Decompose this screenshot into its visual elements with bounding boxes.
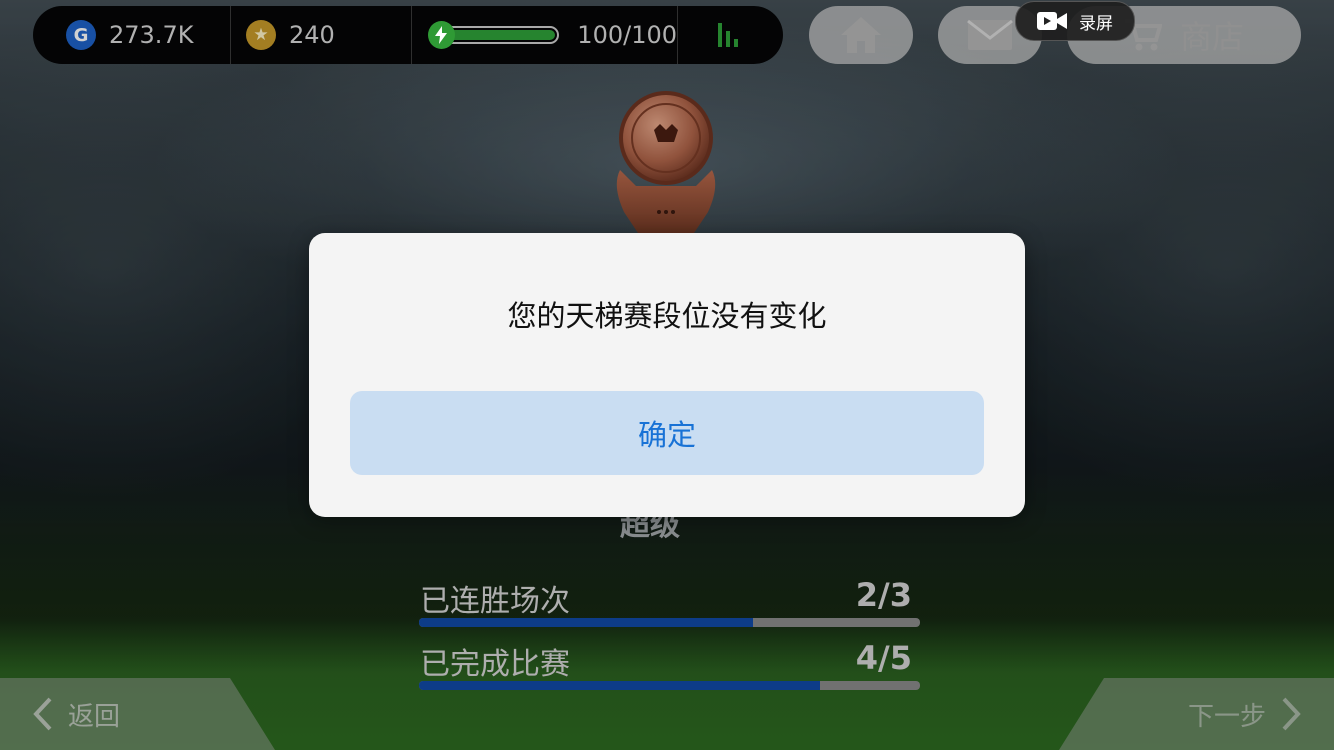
rank-result-dialog: 您的天梯赛段位没有变化 确定: [309, 233, 1025, 517]
video-camera-icon: [1037, 12, 1067, 30]
dialog-message: 您的天梯赛段位没有变化: [507, 299, 827, 333]
screen-record-badge[interactable]: 录屏: [1015, 1, 1135, 41]
lightning-icon: [428, 21, 455, 49]
record-label: 录屏: [1079, 13, 1113, 34]
confirm-button[interactable]: 确定: [350, 391, 984, 475]
